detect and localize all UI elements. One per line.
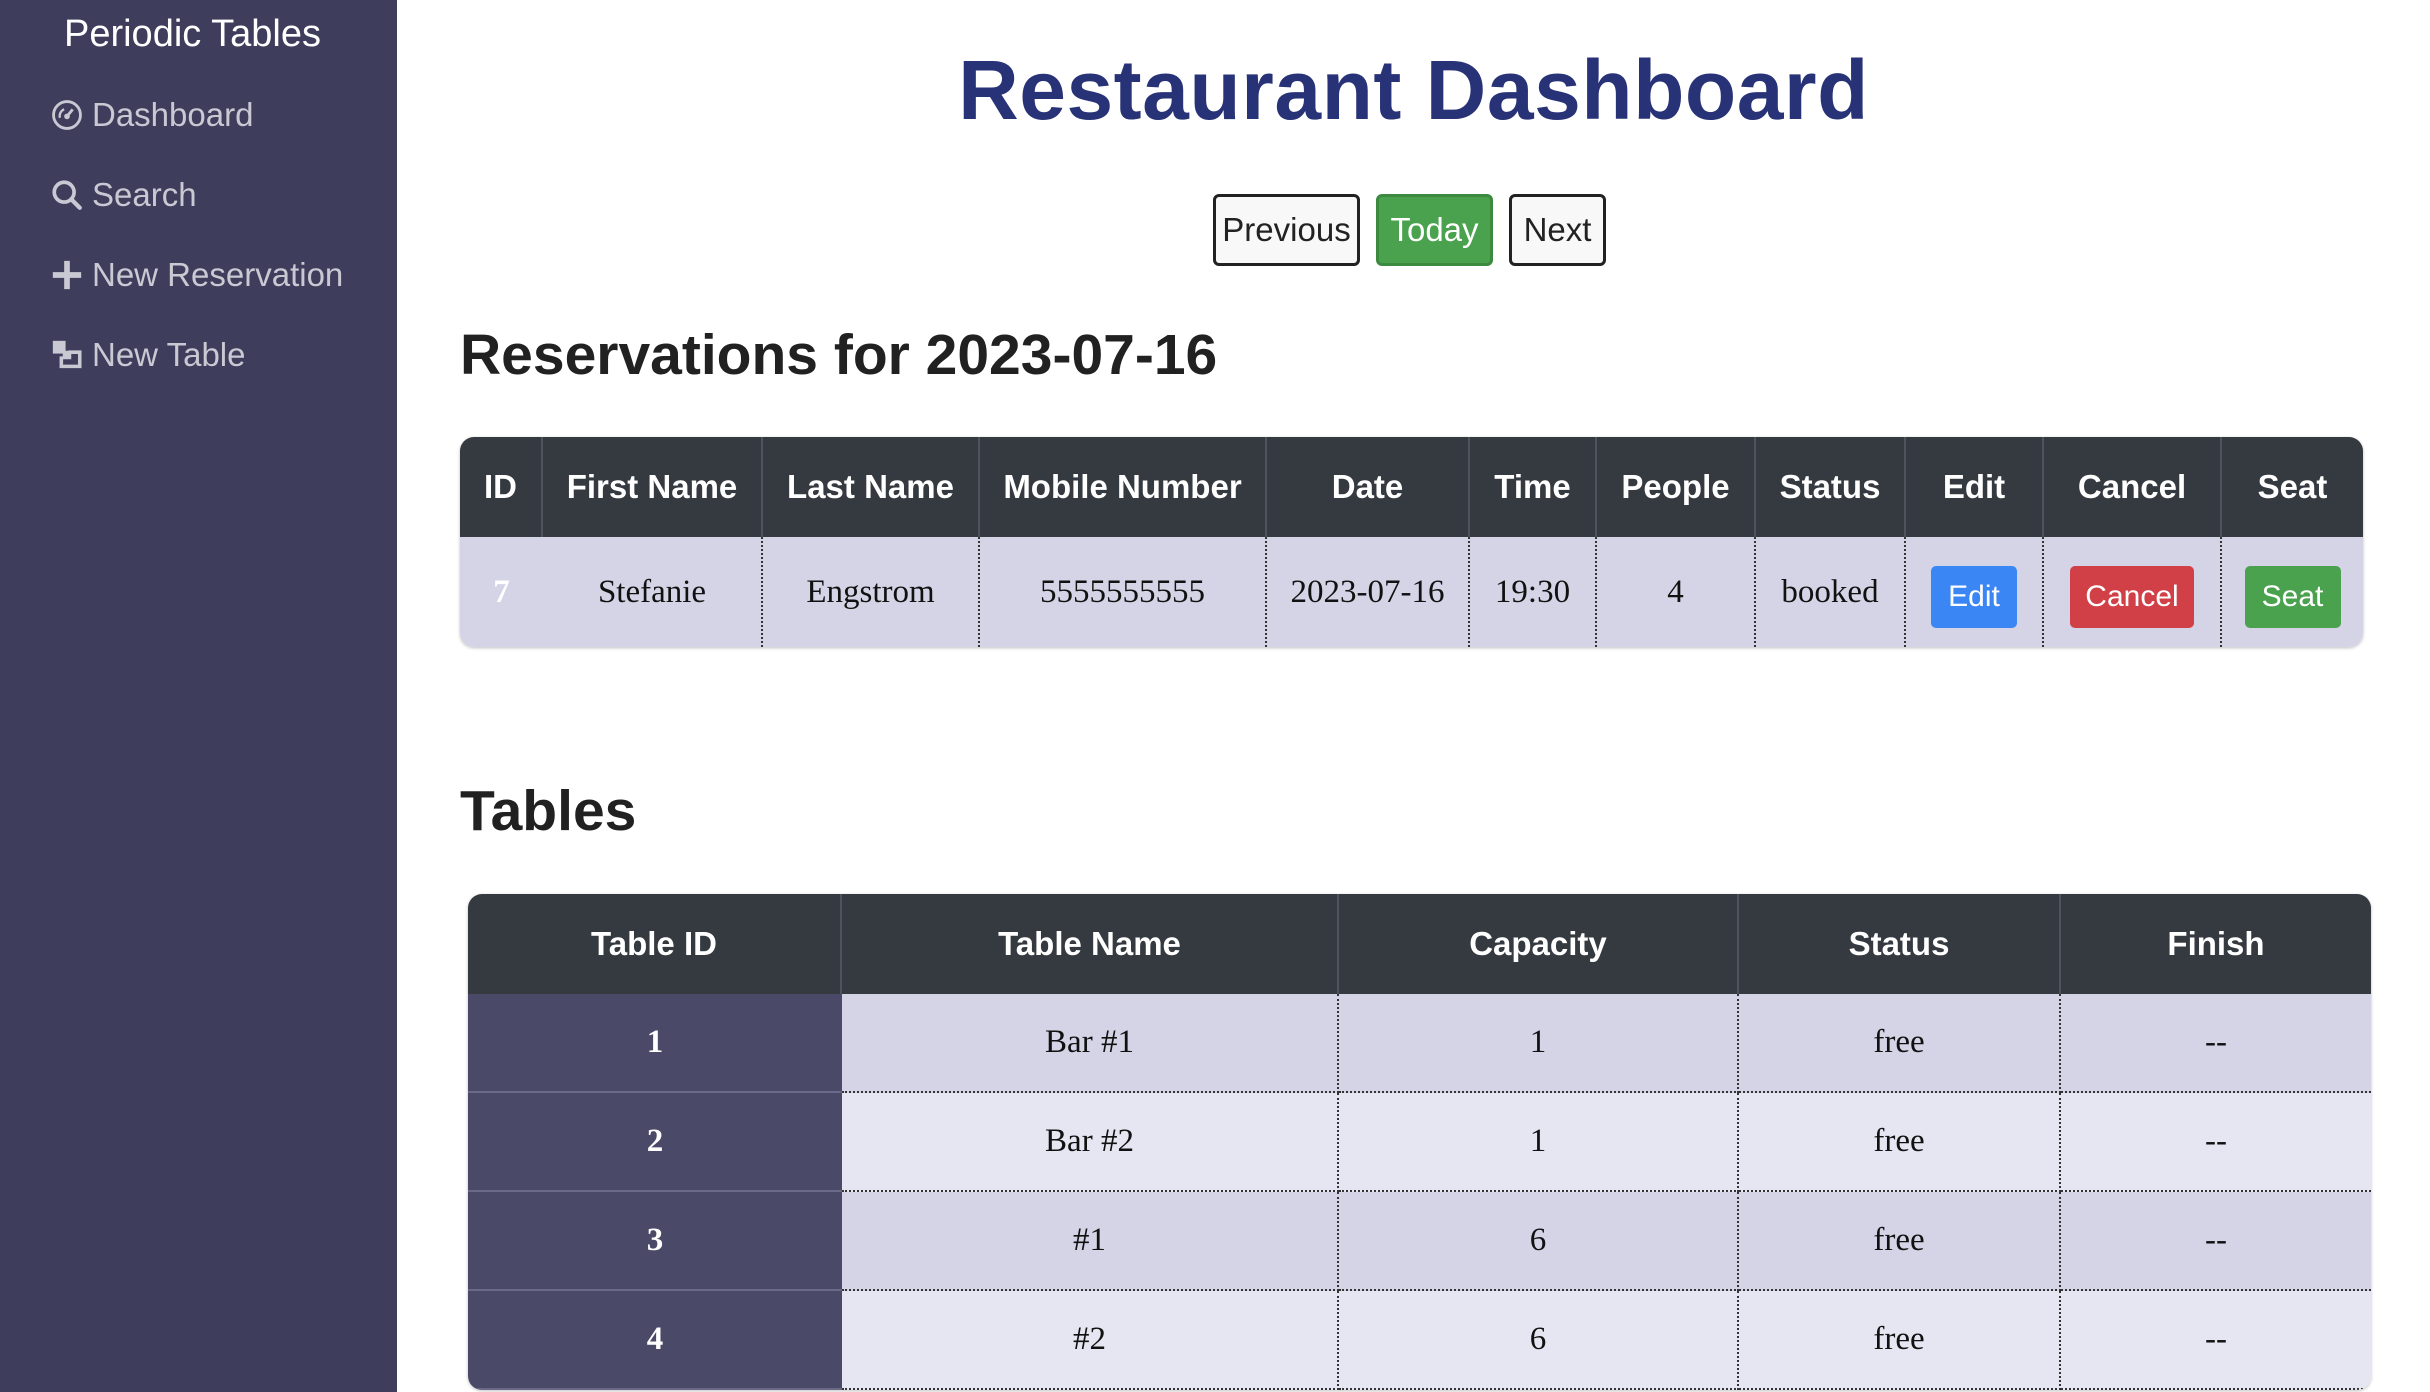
mobile-number-cell: 5555555555 xyxy=(980,537,1267,647)
date-navigation: Previous Today Next xyxy=(1213,194,1606,266)
capacity-cell: 6 xyxy=(1339,1192,1739,1291)
search-icon xyxy=(50,178,84,212)
edit-button[interactable]: Edit xyxy=(1931,566,2017,628)
page-title: Restaurant Dashboard xyxy=(958,43,1869,137)
first-name-cell: Stefanie xyxy=(543,537,763,647)
status-cell: free xyxy=(1739,1192,2061,1291)
column-header: Status xyxy=(1739,894,2061,994)
column-header: Finish xyxy=(2061,894,2371,994)
table-id-cell: 1 xyxy=(468,994,842,1093)
column-header: People xyxy=(1597,437,1756,537)
seat-cell: Seat xyxy=(2222,537,2363,647)
column-header: Date xyxy=(1267,437,1470,537)
sidebar-item-search[interactable]: Search xyxy=(50,170,197,220)
finish-cell: -- xyxy=(2061,1291,2371,1390)
column-header: Seat xyxy=(2222,437,2363,537)
column-header: Table Name xyxy=(842,894,1339,994)
next-button[interactable]: Next xyxy=(1509,194,1606,266)
cancel-button[interactable]: Cancel xyxy=(2070,566,2194,628)
column-header: First Name xyxy=(543,437,763,537)
sidebar-item-label: Search xyxy=(92,176,197,213)
sidebar-item-new-reservation[interactable]: New Reservation xyxy=(50,250,343,300)
people-cell: 4 xyxy=(1597,537,1756,647)
column-header: Table ID xyxy=(468,894,842,994)
time-cell: 19:30 xyxy=(1470,537,1597,647)
status-cell: booked xyxy=(1756,537,1906,647)
brand-title[interactable]: Periodic Tables xyxy=(0,8,385,60)
date-cell: 2023-07-16 xyxy=(1267,537,1470,647)
column-header: Status xyxy=(1756,437,1906,537)
reservations-title: Reservations for 2023-07-16 xyxy=(460,323,1218,387)
seat-button[interactable]: Seat xyxy=(2244,566,2341,628)
sidebar-item-label: Dashboard xyxy=(92,96,254,133)
table-name-cell: Bar #2 xyxy=(842,1093,1339,1192)
column-header: Capacity xyxy=(1339,894,1739,994)
table-row: 3 #1 6 free -- xyxy=(468,1192,2371,1291)
edit-cell: Edit xyxy=(1906,537,2044,647)
previous-button[interactable]: Previous xyxy=(1213,194,1360,266)
capacity-cell: 6 xyxy=(1339,1291,1739,1390)
table-name-cell: Bar #1 xyxy=(842,994,1339,1093)
table-id-cell: 3 xyxy=(468,1192,842,1291)
last-name-cell: Engstrom xyxy=(763,537,980,647)
capacity-cell: 1 xyxy=(1339,1093,1739,1192)
cancel-cell: Cancel xyxy=(2044,537,2222,647)
tables-table: Table ID Table Name Capacity Status Fini… xyxy=(468,894,2371,1390)
column-header: Last Name xyxy=(763,437,980,537)
sidebar-item-new-table[interactable]: New Table xyxy=(50,330,245,380)
capacity-cell: 1 xyxy=(1339,994,1739,1093)
plus-icon xyxy=(50,258,84,292)
status-cell: free xyxy=(1739,994,2061,1093)
sidebar-item-label: New Reservation xyxy=(92,256,344,293)
table-header-row: ID First Name Last Name Mobile Number Da… xyxy=(460,437,2363,537)
today-button[interactable]: Today xyxy=(1376,194,1493,266)
table-row: 4 #2 6 free -- xyxy=(468,1291,2371,1390)
dashboard-icon xyxy=(50,98,84,132)
column-header: Edit xyxy=(1906,437,2044,537)
layers-icon xyxy=(50,338,84,372)
column-header: Time xyxy=(1470,437,1597,537)
table-id-cell: 2 xyxy=(468,1093,842,1192)
table-row: 1 Bar #1 1 free -- xyxy=(468,994,2371,1093)
tables-title: Tables xyxy=(460,779,637,843)
column-header: ID xyxy=(460,437,543,537)
sidebar-item-dashboard[interactable]: Dashboard xyxy=(50,90,253,140)
sidebar-item-label: New Table xyxy=(92,336,246,373)
status-cell: free xyxy=(1739,1093,2061,1192)
finish-cell: -- xyxy=(2061,1192,2371,1291)
table-row: 2 Bar #2 1 free -- xyxy=(468,1093,2371,1192)
finish-cell: -- xyxy=(2061,1093,2371,1192)
table-name-cell: #2 xyxy=(842,1291,1339,1390)
reservations-table: ID First Name Last Name Mobile Number Da… xyxy=(460,437,2363,647)
table-name-cell: #1 xyxy=(842,1192,1339,1291)
table-row: 7 Stefanie Engstrom 5555555555 2023-07-1… xyxy=(460,537,2363,647)
reservation-id: 7 xyxy=(460,537,543,647)
status-cell: free xyxy=(1739,1291,2061,1390)
finish-cell: -- xyxy=(2061,994,2371,1093)
table-id-cell: 4 xyxy=(468,1291,842,1390)
column-header: Cancel xyxy=(2044,437,2222,537)
column-header: Mobile Number xyxy=(980,437,1267,537)
table-header-row: Table ID Table Name Capacity Status Fini… xyxy=(468,894,2371,994)
sidebar: Periodic Tables Dashboard Search New Res… xyxy=(0,0,397,1392)
